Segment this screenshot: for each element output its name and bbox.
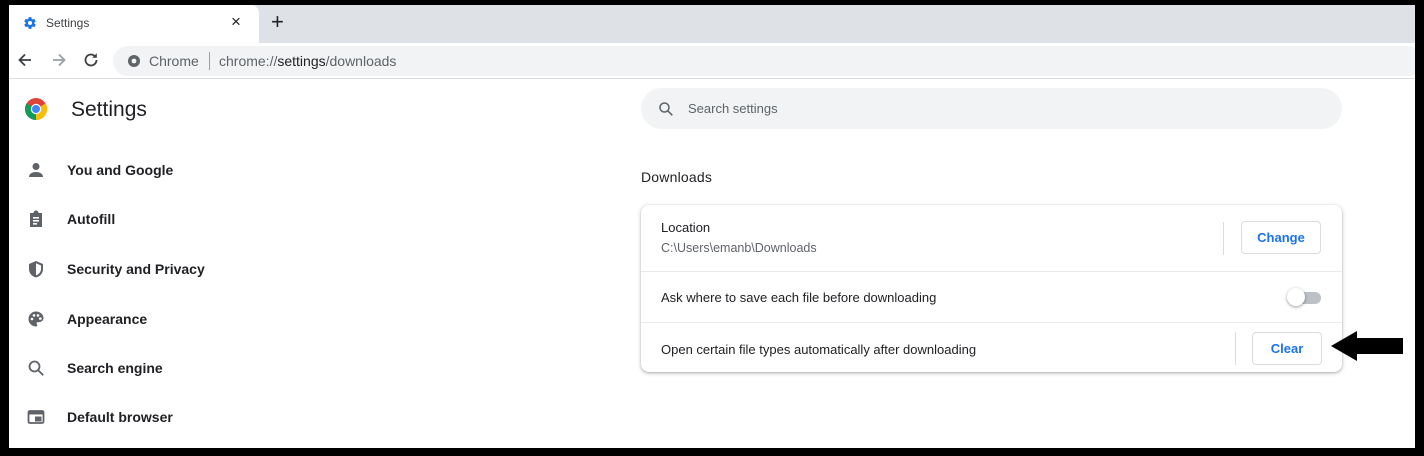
browser-window: Settings × + Chrome chrome://settings/do… xyxy=(9,5,1415,448)
sidebar-item-security-and-privacy[interactable]: Security and Privacy xyxy=(9,249,309,289)
sidebar-item-search-engine[interactable]: Search engine xyxy=(9,348,309,388)
row-divider xyxy=(1223,222,1224,255)
change-button[interactable]: Change xyxy=(1241,221,1321,254)
close-tab-icon[interactable]: × xyxy=(231,12,241,32)
sidebar-item-autofill[interactable]: Autofill xyxy=(9,199,309,239)
location-row: Location C:\Users\emanb\Downloads Change xyxy=(641,205,1342,271)
forward-arrow-icon[interactable] xyxy=(49,50,69,70)
sidebar-item-label: Default browser xyxy=(67,409,173,425)
palette-icon xyxy=(28,311,44,327)
sidebar-item-you-and-google[interactable]: You and Google xyxy=(9,150,309,190)
address-bar[interactable]: Chrome chrome://settings/downloads xyxy=(113,46,1415,76)
reload-icon[interactable] xyxy=(81,50,101,70)
ask-where-label: Ask where to save each file before downl… xyxy=(661,290,937,305)
tab-strip: Settings × + xyxy=(9,5,1415,43)
downloads-section-title: Downloads xyxy=(641,169,713,185)
chrome-logo-icon xyxy=(25,98,47,120)
search-icon xyxy=(28,360,44,376)
search-icon xyxy=(659,102,673,116)
new-tab-button[interactable]: + xyxy=(271,11,284,33)
browser-window-icon xyxy=(27,410,45,424)
tab-title: Settings xyxy=(46,16,90,30)
address-site-label: Chrome xyxy=(149,53,199,69)
sidebar-item-label: Appearance xyxy=(67,311,148,327)
ask-where-toggle[interactable] xyxy=(1287,288,1321,306)
url-path: /downloads xyxy=(325,53,397,69)
annotation-arrow-icon xyxy=(1331,331,1403,361)
location-label: Location xyxy=(661,220,711,235)
shield-icon xyxy=(29,261,43,278)
search-placeholder: Search settings xyxy=(688,101,778,116)
address-url: chrome://settings/downloads xyxy=(219,53,396,69)
browser-toolbar: Chrome chrome://settings/downloads xyxy=(9,43,1415,79)
url-prefix: chrome:// xyxy=(219,53,278,69)
open-file-types-row: Open certain file types automatically af… xyxy=(641,322,1342,372)
chrome-page-icon xyxy=(128,55,140,67)
person-icon xyxy=(29,163,43,177)
open-file-types-label: Open certain file types automatically af… xyxy=(661,342,977,357)
row-divider xyxy=(1235,332,1236,365)
clipboard-icon xyxy=(30,210,42,227)
toggle-knob xyxy=(1287,288,1305,306)
sidebar-item-appearance[interactable]: Appearance xyxy=(9,299,309,339)
back-arrow-icon[interactable] xyxy=(15,50,35,70)
sidebar-item-label: Search engine xyxy=(67,360,163,376)
sidebar-item-label: Autofill xyxy=(67,211,116,227)
location-path: C:\Users\emanb\Downloads xyxy=(661,241,817,255)
gear-icon xyxy=(24,17,36,29)
page-title: Settings xyxy=(71,98,147,121)
sidebar-item-default-browser[interactable]: Default browser xyxy=(9,397,309,437)
url-host: settings xyxy=(277,53,326,69)
address-separator xyxy=(209,52,210,70)
sidebar-item-label: Security and Privacy xyxy=(67,261,205,277)
search-settings-input[interactable]: Search settings xyxy=(641,88,1342,129)
clear-button[interactable]: Clear xyxy=(1252,332,1322,365)
downloads-card: Location C:\Users\emanb\Downloads Change… xyxy=(641,205,1342,372)
tab-settings[interactable]: Settings × xyxy=(9,5,259,43)
ask-where-row[interactable]: Ask where to save each file before downl… xyxy=(641,271,1342,322)
sidebar-item-label: You and Google xyxy=(67,162,174,178)
